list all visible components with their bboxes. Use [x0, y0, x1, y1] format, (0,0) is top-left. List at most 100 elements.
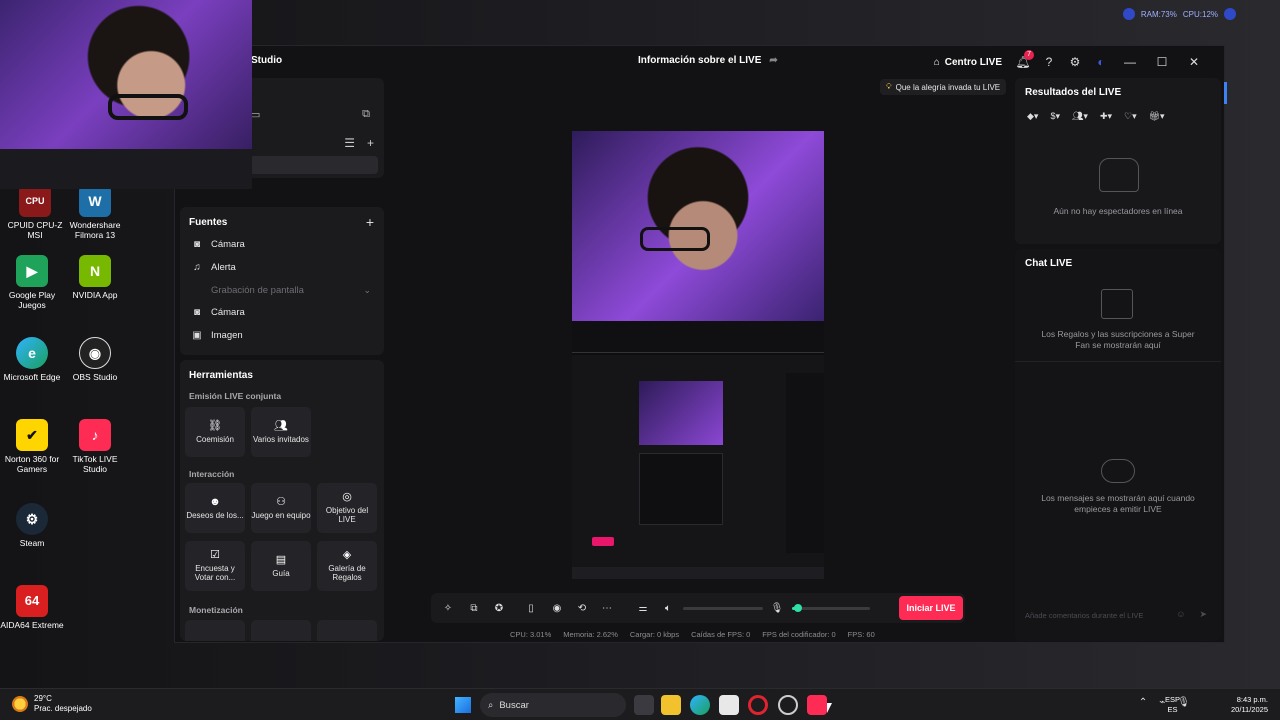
live-info-title[interactable]: Información sobre el LIVE ➦: [638, 55, 778, 66]
chevron-down-icon[interactable]: ⌄: [363, 285, 371, 296]
desktop-icon-aida64[interactable]: 64 AIDA64 Extreme: [0, 585, 67, 631]
taskbar-search[interactable]: ⌕ Buscar: [480, 693, 626, 717]
tools-title: Herramientas: [189, 370, 253, 381]
help-button[interactable]: ?: [1036, 50, 1062, 74]
arrow-icon[interactable]: [1224, 8, 1236, 20]
phone-icon[interactable]: ▯: [522, 599, 540, 617]
add-icon[interactable]: +: [367, 136, 374, 150]
maximize-button[interactable]: ☐: [1146, 50, 1178, 74]
add-source-button[interactable]: +: [366, 214, 374, 230]
windows-start-icon[interactable]: [455, 697, 471, 713]
diamond-icon[interactable]: ◆▾: [1027, 111, 1038, 122]
gallery-icon: ◈: [342, 549, 352, 562]
tools-card: Herramientas Emisión LIVE conjunta ⛓ Coe…: [180, 360, 384, 641]
volume-slider[interactable]: [683, 607, 763, 610]
start-live-button[interactable]: Iniciar LIVE: [899, 596, 963, 620]
settings-button[interactable]: ⚙: [1062, 50, 1088, 74]
tool-deseos[interactable]: ☻ Deseos de los...: [185, 483, 245, 533]
weather-widget[interactable]: 29°C Prac. despejado: [12, 694, 92, 715]
camera-icon: ◙: [193, 239, 201, 250]
source-item-camera[interactable]: ◙ Cámara: [191, 239, 371, 250]
store-icon[interactable]: [719, 695, 739, 715]
app-name: Studio: [251, 55, 283, 66]
empty-viewers-illustration-icon: [1099, 158, 1139, 192]
minimize-button[interactable]: —: [1114, 50, 1146, 74]
heart-icon[interactable]: ♡▾: [1124, 111, 1137, 122]
speaker-icon[interactable]: 🔈︎: [659, 599, 677, 617]
tool-monetization-1[interactable]: [185, 620, 245, 641]
profile-button[interactable]: ◐: [1088, 50, 1114, 74]
tool-encuesta[interactable]: ☑ Encuesta y Votar con...: [185, 541, 245, 591]
source-label: Cámara: [211, 307, 245, 318]
centro-live-button[interactable]: ⌂ Centro LIVE: [926, 50, 1010, 74]
tool-monetization-3[interactable]: [317, 620, 377, 641]
mic-slider-knob[interactable]: [794, 604, 803, 612]
desktop-icon-tiktok-live[interactable]: ♪ TikTok LIVE Studio: [60, 419, 130, 475]
chevron-up-icon[interactable]: ⌃: [1139, 697, 1147, 708]
notifications-button[interactable]: 🔔︎ 7: [1010, 50, 1036, 74]
magic-icon[interactable]: ✧: [439, 599, 457, 617]
tool-galeria[interactable]: ◈ Galería de Regalos: [317, 541, 377, 591]
mixer-icon[interactable]: ⚌: [634, 599, 652, 617]
tool-coemision[interactable]: ⛓ Coemisión: [185, 407, 245, 457]
notification-badge: 7: [1024, 50, 1034, 60]
source-item-screen-record[interactable]: Grabación de pantalla ⌄: [191, 285, 371, 296]
send-icon[interactable]: ➤: [1199, 609, 1207, 620]
effects-icon[interactable]: ✪: [490, 599, 508, 617]
desktop-icon-google-play[interactable]: ▶ Google Play Juegos: [0, 255, 67, 311]
profile-icon: ◐: [1097, 55, 1105, 69]
scene-item[interactable]: [250, 156, 378, 174]
source-item-camera-2[interactable]: ◙ Cámara: [191, 307, 371, 318]
list-icon[interactable]: ☰: [344, 136, 355, 150]
mic-slider[interactable]: [792, 604, 870, 612]
language-indicator[interactable]: ESP ES: [1165, 695, 1180, 715]
layers-icon[interactable]: ⧉: [465, 599, 483, 617]
live-preview[interactable]: [572, 131, 824, 579]
portrait-icon[interactable]: ⧉: [362, 108, 370, 121]
tool-objetivo[interactable]: ◎ Objetivo del LIVE: [317, 483, 377, 533]
desktop-icon-edge[interactable]: e Microsoft Edge: [0, 337, 67, 383]
gift-icon[interactable]: 🎁︎▾: [1149, 111, 1165, 122]
stat-encoder-fps: FPS del codificador: 0: [762, 630, 836, 639]
opera-icon[interactable]: [748, 695, 768, 715]
maximize-icon: ☐: [1156, 55, 1168, 69]
scroll-indicator[interactable]: [1224, 82, 1227, 104]
emoji-icon[interactable]: ☺: [1176, 609, 1185, 620]
desktop-icon-label: OBS Studio: [72, 372, 118, 382]
more-icon[interactable]: ⋯: [598, 599, 616, 617]
source-item-alert[interactable]: ♫ Alerta: [191, 262, 371, 273]
edge-icon[interactable]: [690, 695, 710, 715]
monitor-icon: [1122, 8, 1135, 20]
tool-label: Objetivo del LIVE: [325, 506, 369, 525]
tool-monetization-2[interactable]: [251, 620, 311, 641]
chat-input[interactable]: Añade comentarios durante el LIVE: [1025, 611, 1195, 620]
tiktok-live-taskbar-icon[interactable]: [807, 695, 827, 715]
ram-usage: RAM:73%: [1140, 9, 1177, 19]
clock[interactable]: 8:43 p.m. 20/11/2025: [1231, 695, 1268, 715]
tool-guia[interactable]: ▤ Guía: [251, 541, 311, 591]
viewers-icon[interactable]: 👥︎▾: [1072, 111, 1088, 122]
results-filters: ◆▾ $▾ 👥︎▾ ✚▾ ♡▾ 🎁︎▾: [1027, 111, 1165, 122]
desktop-icon-filmora[interactable]: W Wondershare Filmora 13: [60, 185, 130, 241]
desktop-icon-steam[interactable]: ⚙ Steam: [0, 503, 67, 549]
desktop-icon-obs[interactable]: ◉ OBS Studio: [60, 337, 130, 383]
gifts-empty-text: Los Regalos y las suscripciones a Super …: [1041, 329, 1195, 351]
tool-varios-invitados[interactable]: 👥︎ Varios invitados: [251, 407, 311, 457]
replay-icon[interactable]: ⟲: [573, 599, 591, 617]
image-icon: ▣: [192, 330, 202, 341]
microphone-icon[interactable]: 🎙︎: [768, 599, 786, 617]
follow-icon[interactable]: ✚▾: [1100, 111, 1112, 122]
desktop-icon-norton[interactable]: ✔ Norton 360 for Gamers: [0, 419, 67, 475]
bell-icon: ♫: [193, 262, 201, 273]
link-icon: ⛓: [208, 419, 222, 432]
gift-box-illustration-icon: [1101, 289, 1133, 319]
tool-juego-equipo[interactable]: ⚇ Juego en equipo: [251, 483, 311, 533]
file-explorer-icon[interactable]: [661, 695, 681, 715]
source-item-image[interactable]: ▣ Imagen: [191, 330, 371, 341]
task-view-icon[interactable]: [634, 695, 654, 715]
close-button[interactable]: ✕: [1178, 50, 1210, 74]
coin-icon[interactable]: $▾: [1050, 111, 1060, 122]
desktop-icon-nvidia[interactable]: N NVIDIA App: [60, 255, 130, 301]
steam-taskbar-icon[interactable]: [778, 695, 798, 715]
record-icon[interactable]: ◉: [548, 599, 566, 617]
